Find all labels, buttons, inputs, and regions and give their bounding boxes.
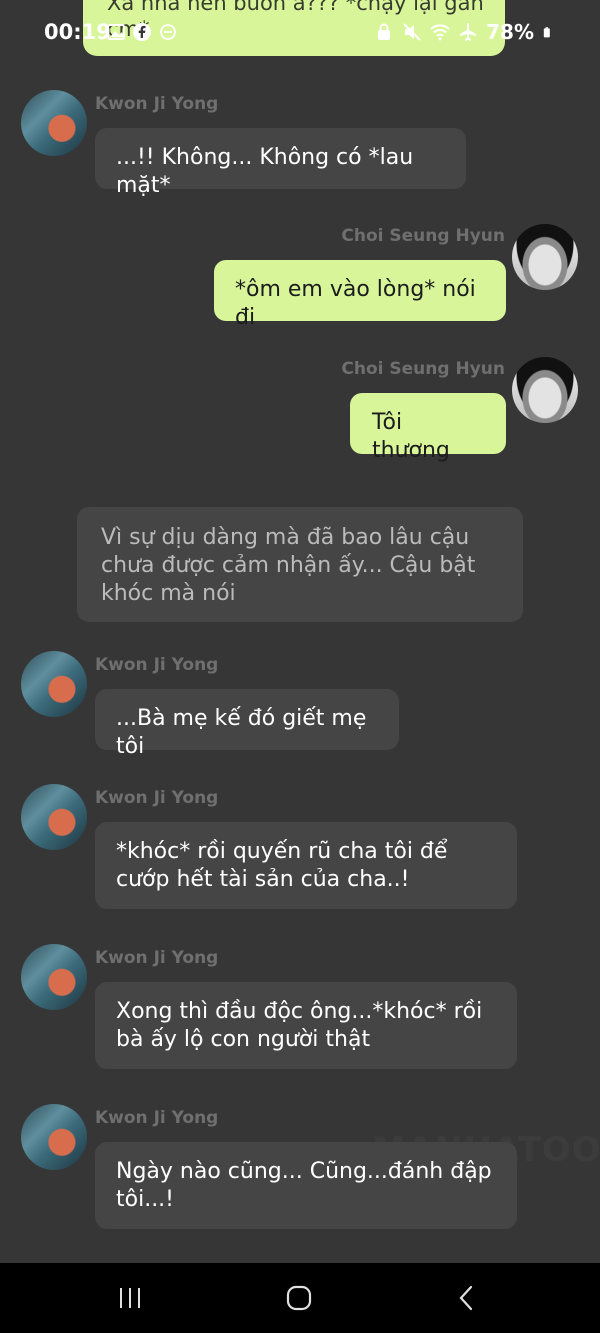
status-bar: 00:19 78% bbox=[0, 0, 600, 66]
message-text: ...Bà mẹ kế đó giết mẹ tôi bbox=[116, 706, 367, 759]
sender-name: Kwon Ji Yong bbox=[95, 788, 219, 808]
battery-percent: 78% bbox=[486, 20, 534, 44]
status-icons-right: 78% bbox=[374, 20, 554, 44]
message-bubble: ...!! Không... Không có *lau mặt* bbox=[95, 128, 466, 198]
message-text: Xong thì đầu độc ông...*khóc* rồi bà ấy … bbox=[116, 999, 483, 1052]
message-bubble: Ngày nào cũng... Cũng...đánh đập tôi...! bbox=[95, 1142, 517, 1229]
avatar-kwon[interactable] bbox=[21, 784, 87, 850]
message-left: Kwon Ji Yong ...!! Không... Không có *la… bbox=[0, 90, 600, 198]
status-time: 00:19 bbox=[44, 20, 111, 44]
sender-name: Kwon Ji Yong bbox=[95, 1108, 219, 1128]
avatar-choi[interactable] bbox=[512, 224, 578, 290]
sender-name: Choi Seung Hyun bbox=[341, 359, 505, 379]
status-icons-left bbox=[106, 22, 178, 42]
message-right: Choi Seung Hyun *ôm em vào lòng* nói đi bbox=[0, 222, 600, 330]
wifi-icon bbox=[430, 24, 450, 41]
gallery-icon bbox=[107, 24, 125, 40]
narration-bubble: Vì sự dịu dàng mà đã bao lâu cậu chưa đư… bbox=[77, 507, 523, 622]
message-left: Kwon Ji Yong Xong thì đầu độc ông...*khó… bbox=[0, 944, 600, 1074]
message-text: Tôi thương bbox=[372, 410, 450, 463]
sender-name: Kwon Ji Yong bbox=[95, 655, 219, 675]
recent-apps-button[interactable] bbox=[115, 1283, 145, 1313]
sender-name: Kwon Ji Yong bbox=[95, 94, 219, 114]
dnd-icon bbox=[160, 24, 176, 40]
message-right: Choi Seung Hyun Tôi thương bbox=[0, 355, 600, 463]
message-left: Kwon Ji Yong ...Bà mẹ kế đó giết mẹ tôi bbox=[0, 651, 600, 759]
message-text: ...!! Không... Không có *lau mặt* bbox=[116, 145, 414, 198]
avatar-kwon[interactable] bbox=[21, 651, 87, 717]
message-bubble: Tôi thương bbox=[350, 393, 506, 463]
message-text: *khóc* rồi quyến rũ cha tôi để cướp hết … bbox=[116, 839, 448, 892]
message-bubble: *ôm em vào lòng* nói đi bbox=[214, 260, 506, 330]
message-text: Ngày nào cũng... Cũng...đánh đập tôi...! bbox=[116, 1159, 492, 1212]
back-button[interactable] bbox=[452, 1283, 482, 1313]
navigation-bar bbox=[0, 1263, 600, 1333]
airplane-icon bbox=[460, 23, 477, 41]
battery-icon bbox=[543, 27, 550, 38]
chat-screen: Xa nhà nên buồn à??? *chạy lại gần cm* 0… bbox=[0, 0, 600, 1333]
message-bubble: ...Bà mẹ kế đó giết mẹ tôi bbox=[95, 689, 399, 759]
avatar-kwon[interactable] bbox=[21, 944, 87, 1010]
avatar-kwon[interactable] bbox=[21, 1104, 87, 1170]
narration-text: Vì sự dịu dàng mà đã bao lâu cậu chưa đư… bbox=[101, 525, 476, 606]
message-text: *ôm em vào lòng* nói đi bbox=[235, 277, 476, 330]
sender-name: Choi Seung Hyun bbox=[341, 226, 505, 246]
sender-name: Kwon Ji Yong bbox=[95, 948, 219, 968]
home-button[interactable] bbox=[284, 1283, 314, 1313]
avatar-choi[interactable] bbox=[512, 357, 578, 423]
avatar-kwon[interactable] bbox=[21, 90, 87, 156]
message-left: Kwon Ji Yong *khóc* rồi quyến rũ cha tôi… bbox=[0, 784, 600, 914]
vpn-icon bbox=[378, 23, 391, 40]
message-bubble: Xong thì đầu độc ông...*khóc* rồi bà ấy … bbox=[95, 982, 517, 1069]
message-left: Kwon Ji Yong Ngày nào cũng... Cũng...đán… bbox=[0, 1104, 600, 1234]
facebook-icon bbox=[133, 23, 151, 41]
message-bubble: *khóc* rồi quyến rũ cha tôi để cướp hết … bbox=[95, 822, 517, 909]
mute-icon bbox=[403, 23, 421, 41]
